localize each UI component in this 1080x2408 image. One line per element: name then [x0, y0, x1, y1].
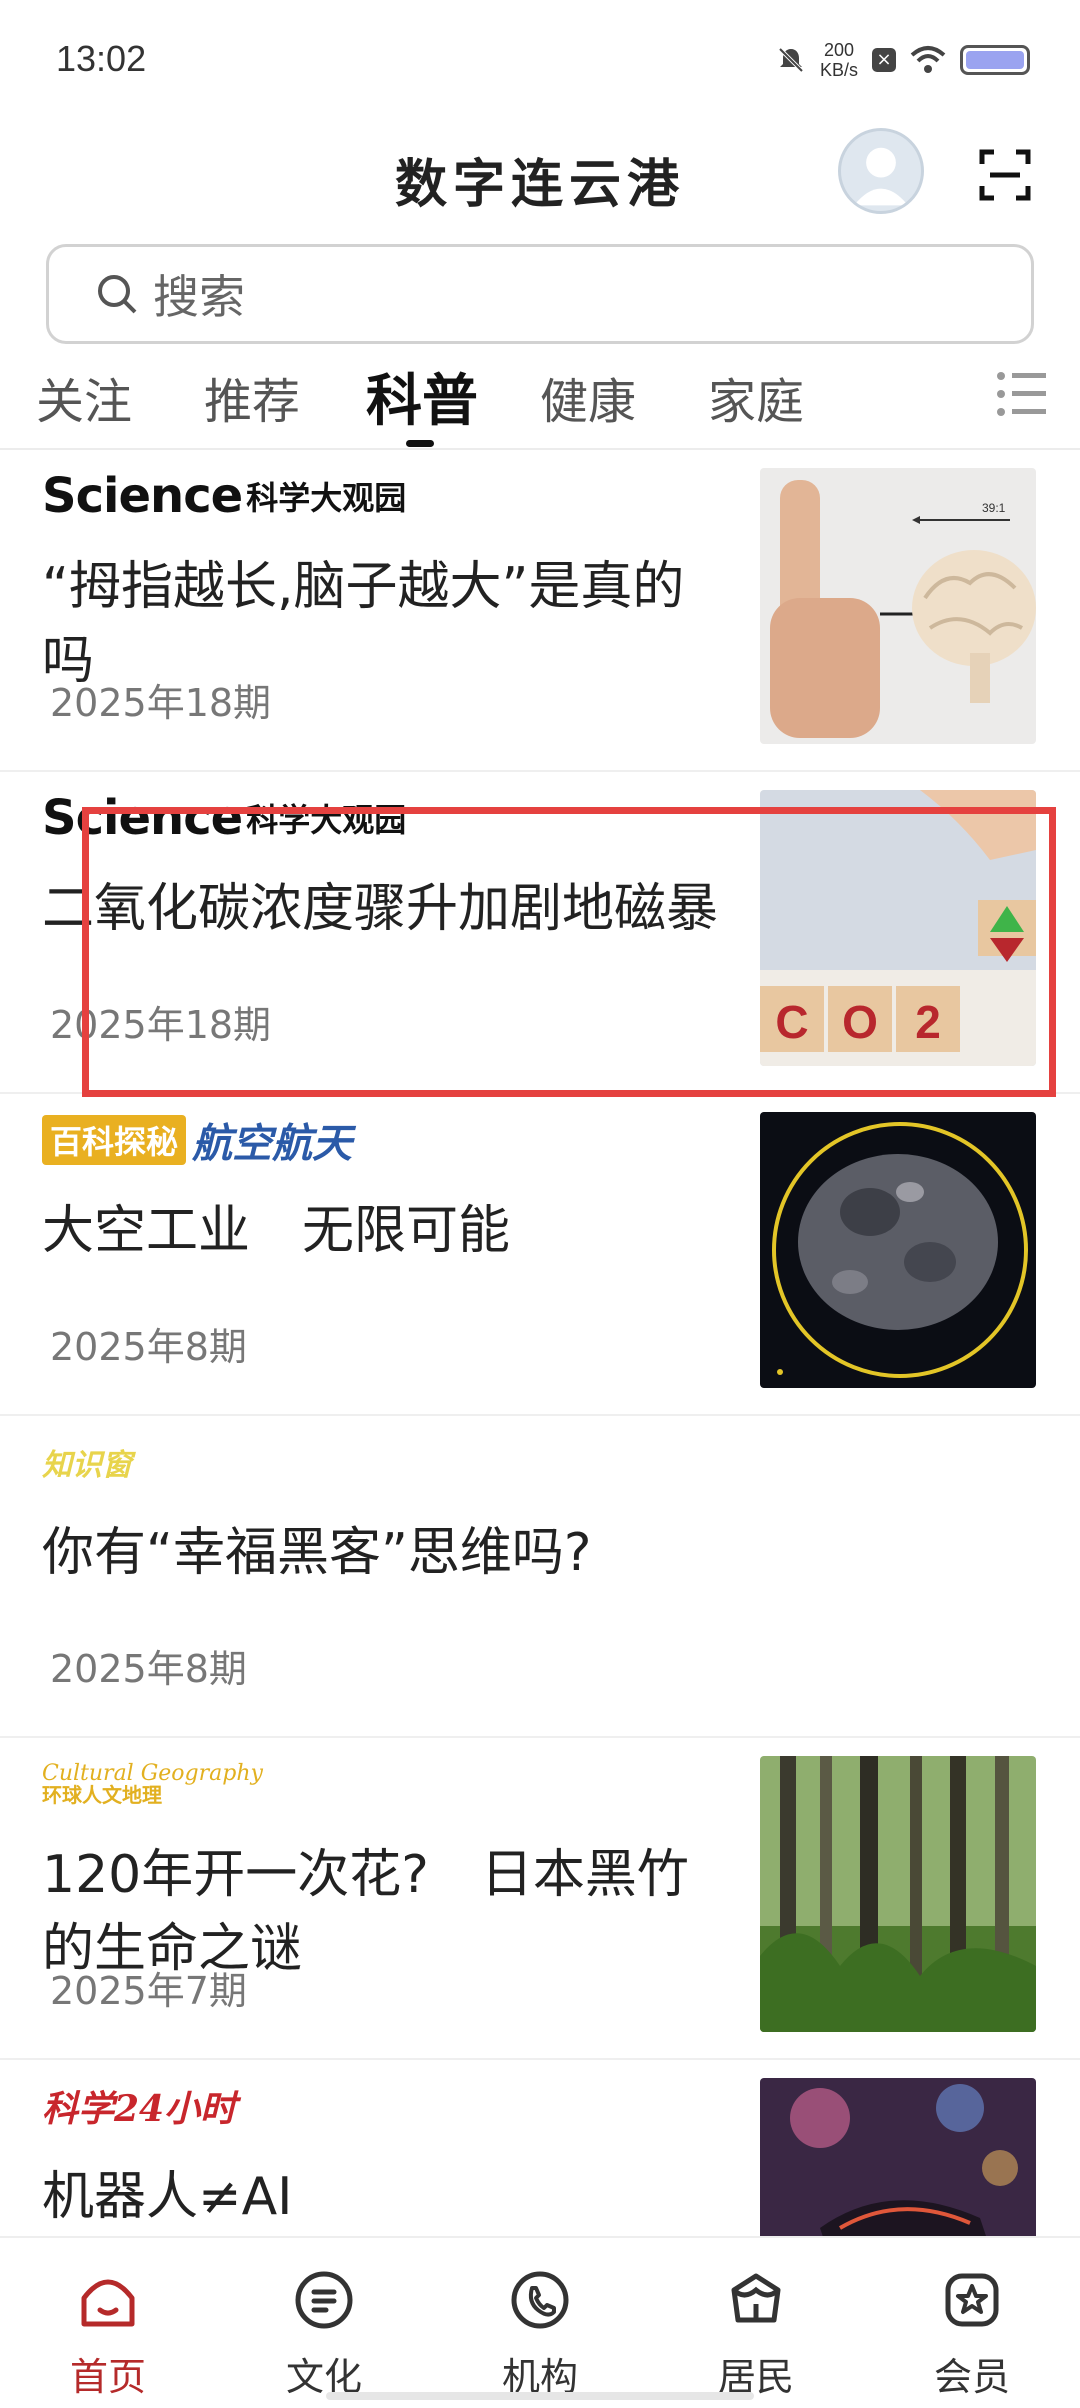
status-bar: 13:02 200 KB/s ×: [0, 0, 1080, 120]
tab-jiating[interactable]: 家庭: [708, 362, 804, 432]
source-logo: 百科探秘 航空航天: [42, 1112, 352, 1168]
source-subtitle: 航空航天: [192, 1121, 353, 1167]
news-issue: 2025年7期: [50, 1969, 247, 2013]
thumb-bamboo-image: [760, 1756, 1036, 2032]
nav-institution[interactable]: 机构: [460, 2268, 620, 2401]
news-title: 你有“幸福黑客”思维吗?: [42, 1523, 592, 1583]
nav-residents[interactable]: 居民: [676, 2268, 836, 2401]
list-bubble-icon: [295, 2271, 353, 2329]
news-issue: 2025年18期: [50, 681, 272, 725]
tab-menu-icon[interactable]: [996, 370, 1048, 418]
thumb-caption: 39:1: [982, 501, 1006, 515]
tab-kepu[interactable]: 科普: [366, 356, 478, 437]
news-thumbnail: [760, 1756, 1036, 2032]
phone-icon: [511, 2271, 569, 2329]
residents-icon: [731, 2273, 781, 2323]
search-placeholder: 搜索: [153, 270, 245, 324]
source-name-cn: 科学24小时: [42, 2088, 237, 2130]
user-avatar[interactable]: [838, 128, 924, 214]
nav-member[interactable]: 会员: [892, 2268, 1052, 2401]
source-logo: 知识窗: [42, 1434, 132, 1490]
news-issue: 2025年8期: [50, 1325, 247, 1369]
battery-icon: [960, 45, 1030, 75]
network-speed: 200 KB/s: [820, 40, 858, 80]
source-logo: Cultural Geography 环球人文地理: [42, 1756, 263, 1812]
news-item[interactable]: 百科探秘 航空航天 大空工业 无限可能 2025年8期: [0, 1094, 1080, 1416]
thumb-asteroid-image: [760, 1112, 1036, 1388]
news-thumbnail: 39:1: [760, 468, 1036, 744]
tab-tuijian[interactable]: 推荐: [204, 362, 300, 432]
active-tab-indicator: [406, 440, 434, 447]
nav-culture[interactable]: 文化: [244, 2268, 404, 2401]
nav-home[interactable]: 首页: [28, 2268, 188, 2401]
highlight-box: [82, 807, 1056, 1097]
source-logo-cg: Cultural Geography 环球人文地理: [42, 1761, 263, 1807]
news-item[interactable]: 科学24小时 机器人≠AI: [0, 2060, 1080, 2236]
search-input[interactable]: 搜索: [46, 244, 1034, 344]
news-item[interactable]: 知识窗 你有“幸福黑客”思维吗? 2025年8期: [0, 1416, 1080, 1738]
news-item[interactable]: Cultural Geography 环球人文地理 120年开一次花? 日本黑竹…: [0, 1738, 1080, 2060]
speed-unit: KB/s: [819, 60, 858, 80]
home-icon: [81, 2279, 135, 2327]
tab-guanzhu[interactable]: 关注: [36, 362, 132, 432]
source-name-en: Science: [42, 468, 243, 524]
news-item[interactable]: Science 科学大观园 “拇指越长,脑子越大”是真的吗 2025年18期 3…: [0, 450, 1080, 772]
no-sim-icon: ×: [872, 48, 896, 72]
source-name-en: Cultural Geography: [42, 1761, 263, 1786]
source-name-cn: 知识窗: [42, 1448, 132, 1483]
category-tabs: 关注 推荐 科普 健康 家庭: [0, 352, 1080, 448]
news-thumbnail: [760, 2078, 1036, 2236]
battery-fill: [966, 51, 1024, 69]
app-header: 数字连云港: [0, 120, 1080, 240]
news-title: 机器人≠AI: [42, 2167, 293, 2227]
source-logo: 科学24小时: [42, 2078, 236, 2134]
star-badge-icon: [945, 2273, 999, 2327]
avatar-placeholder-icon: [854, 147, 908, 206]
gesture-home-bar[interactable]: [326, 2392, 754, 2400]
wifi-icon: [910, 46, 946, 73]
status-icons: 200 KB/s ×: [776, 40, 1030, 80]
scan-icon[interactable]: [978, 148, 1032, 202]
news-issue: 2025年8期: [50, 1647, 247, 1691]
tab-jiankang[interactable]: 健康: [540, 362, 636, 432]
source-logo-baike: 百科探秘 航空航天: [42, 1111, 352, 1169]
search-icon: [98, 275, 137, 314]
speed-value: 200: [823, 40, 855, 60]
bottom-navigation: 首页 文化 机构 居民 会员: [0, 2236, 1080, 2408]
source-name-cn: 环球人文地理: [42, 1783, 162, 1807]
news-thumbnail: [760, 1112, 1036, 1388]
news-title: 大空工业 无限可能: [42, 1201, 511, 1261]
status-time: 13:02: [56, 38, 147, 79]
thumb-robot-image: [760, 2078, 1036, 2236]
thumb-thumb-brain-image: 39:1: [760, 468, 1036, 744]
nav-label: 首页: [69, 2355, 146, 2399]
source-name-cn: 百科探秘: [42, 1115, 187, 1165]
source-name-cn: 科学大观园: [246, 479, 407, 517]
nav-label: 会员: [933, 2355, 1010, 2399]
source-logo: Science 科学大观园: [42, 468, 406, 524]
mute-bell-icon: [778, 47, 804, 73]
